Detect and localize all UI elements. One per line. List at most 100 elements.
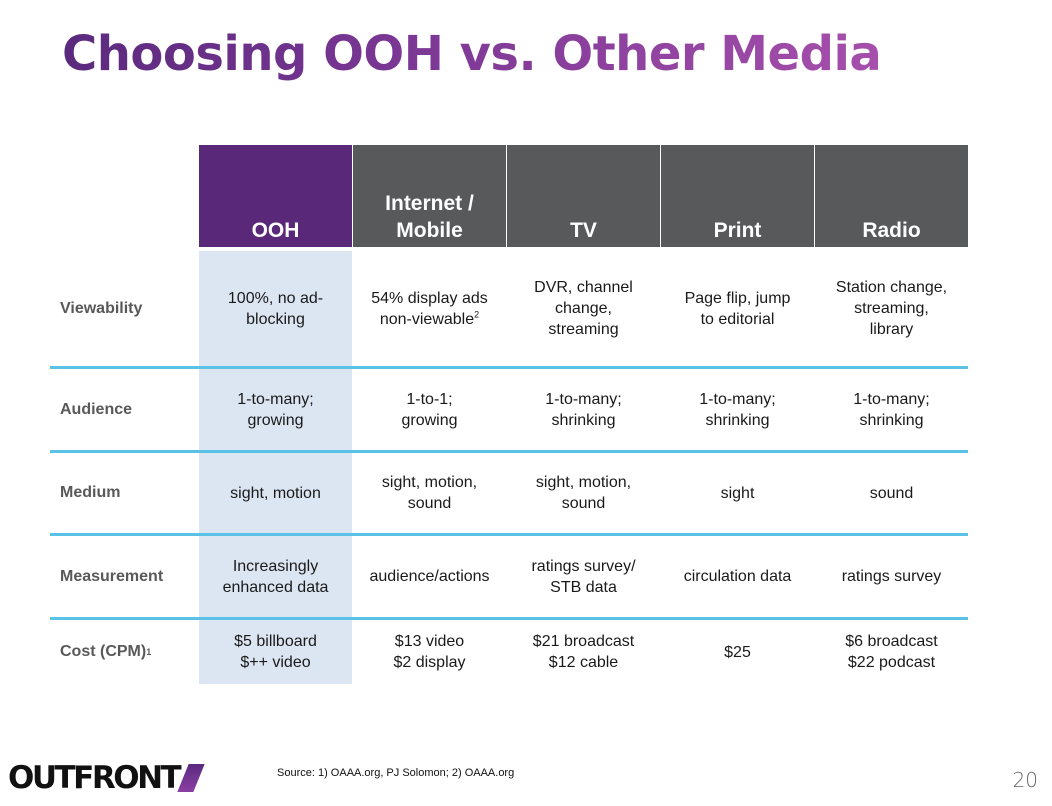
cell-text: sight, motion, sound xyxy=(536,472,631,514)
cell-line-text: $13 video xyxy=(394,633,465,650)
cell-text: 54% display ads non-viewable2 xyxy=(371,288,488,330)
cell-line-text: Increasingly xyxy=(232,557,319,575)
column-header-ooh: OOH xyxy=(199,145,352,247)
cell-line-text: streaming, xyxy=(854,300,929,317)
cell-text: audience/actions xyxy=(369,566,489,587)
cell-line-text: audience/actions xyxy=(369,568,490,585)
cell-text: sight, motion, sound xyxy=(382,472,477,514)
cell-text: Increasingly enhanced data xyxy=(223,556,329,598)
cell-line: sound xyxy=(870,483,914,504)
cell-line: $5 billboard xyxy=(234,631,317,652)
cell-line: 1-to-many; xyxy=(237,389,313,410)
cell-line: streaming xyxy=(534,319,633,340)
table-cell: ratings survey/STB data xyxy=(507,536,660,617)
cell-text: $6 broadcast $22 podcast xyxy=(845,631,938,673)
row-label-viewability: Viewability xyxy=(60,251,142,366)
cell-line-text: Station change, xyxy=(835,279,948,296)
header-line: Radio xyxy=(862,219,921,242)
row-separator xyxy=(50,366,968,369)
cell-line-text: growing xyxy=(247,411,304,429)
cell-text: Page flip, jump to editorial xyxy=(685,288,791,330)
cell-line: sound xyxy=(536,493,631,514)
table-cell: $6 broadcast $22 podcast xyxy=(815,620,968,684)
cell-text: $5 billboard $++ video xyxy=(234,631,317,673)
cell-line: $22 podcast xyxy=(845,652,938,673)
table-cell: $21 broadcast $12 cable xyxy=(507,620,660,684)
logo-slash-icon xyxy=(177,764,205,792)
cell-line-text: streaming xyxy=(548,321,619,338)
cell-line-text: 54% display ads xyxy=(371,289,488,307)
table-cell: sight, motion xyxy=(199,453,352,533)
cell-line: $21 broadcast xyxy=(533,631,634,652)
cell-text: DVR, channel change, streaming xyxy=(534,277,633,340)
row-label-text: Cost (CPM) xyxy=(60,643,147,660)
cell-line-text: shrinking xyxy=(551,411,616,429)
cell-line: 1-to-many; xyxy=(699,389,775,410)
table-cell: circulation data xyxy=(661,536,814,617)
cell-line: non-viewable2 xyxy=(371,309,488,330)
cell-line: streaming, xyxy=(836,298,947,319)
cell-line-text: enhanced data xyxy=(222,578,329,596)
header-line: Mobile xyxy=(396,219,463,242)
cell-text: 1-to-many; shrinking xyxy=(545,389,621,431)
header-line: TV xyxy=(570,219,597,242)
row-label-text: Audience xyxy=(60,400,133,418)
cell-line-text: to editorial xyxy=(700,310,775,328)
cell-line-text: $12 cable xyxy=(548,654,619,671)
cell-line: ratings survey xyxy=(842,566,942,587)
cell-text: $13 video $2 display xyxy=(393,631,465,673)
row-label-text: Measurement xyxy=(60,567,164,585)
cell-text: $21 broadcast $12 cable xyxy=(533,631,634,673)
cell-line: library xyxy=(836,319,947,340)
cell-line-text: 1-to-many; xyxy=(545,390,622,408)
cell-text: Station change, streaming, library xyxy=(836,277,947,340)
column-header-text: TV xyxy=(570,217,597,244)
cell-line: sight, motion xyxy=(230,483,321,504)
table-cell: Increasingly enhanced data xyxy=(199,536,352,617)
cell-line: circulation data xyxy=(684,566,792,587)
row-separator xyxy=(50,617,968,620)
cell-text: sight, motion xyxy=(230,483,321,504)
cell-line: shrinking xyxy=(853,410,929,431)
cell-text: circulation data xyxy=(684,566,792,587)
table-cell: sight xyxy=(661,453,814,533)
column-header-mobile: Internet / Mobile xyxy=(353,145,506,247)
cell-line: Increasingly xyxy=(223,556,329,577)
cell-line-text: 1-to-many; xyxy=(699,390,776,408)
cell-line-text: sight, motion, xyxy=(381,474,478,491)
cell-line: $12 cable xyxy=(533,652,634,673)
cell-line: change, xyxy=(534,298,633,319)
cell-text: $25 xyxy=(724,642,751,663)
cell-line: $6 broadcast xyxy=(845,631,938,652)
row-separator xyxy=(50,533,968,536)
cell-line-text: growing xyxy=(401,411,458,429)
row-label-medium: Medium xyxy=(60,453,120,533)
cell-line-text: sight, motion xyxy=(230,484,321,502)
source-footnote: Source: 1) OAAA.org, PJ Solomon; 2) OAAA… xyxy=(277,767,515,779)
cell-line-text: 1-to-many; xyxy=(853,390,930,408)
cell-text: ratings survey xyxy=(842,566,942,587)
column-header-text: Print xyxy=(714,217,762,244)
row-label-text: Medium xyxy=(60,484,121,501)
cell-line: sight, motion, xyxy=(536,472,631,493)
cell-text: 1-to-many; growing xyxy=(237,389,313,431)
header-line: Print xyxy=(713,219,762,242)
table-cell: sound xyxy=(815,453,968,533)
cell-line-text: library xyxy=(869,321,914,338)
table-cell: sight, motion, sound xyxy=(353,453,506,533)
table-cell: $25 xyxy=(661,620,814,684)
cell-line-text: circulation data xyxy=(683,568,792,585)
header-line: Internet / xyxy=(385,192,474,215)
logo-text: OUTFRONT xyxy=(8,760,182,796)
cell-line: growing xyxy=(401,410,457,431)
outfront-logo: OUTFRONT xyxy=(8,760,205,796)
cell-line: sound xyxy=(382,493,477,514)
cell-line-text: blocking xyxy=(246,310,305,328)
cell-line: 54% display ads xyxy=(371,288,488,309)
cell-line-text: ratings survey/ xyxy=(531,557,636,575)
cell-line: DVR, channel xyxy=(534,277,633,298)
cell-line: shrinking xyxy=(545,410,621,431)
cell-line: 1-to-many; xyxy=(853,389,929,410)
row-separator xyxy=(50,450,968,453)
table-cell: DVR, channel change, streaming xyxy=(507,251,660,366)
